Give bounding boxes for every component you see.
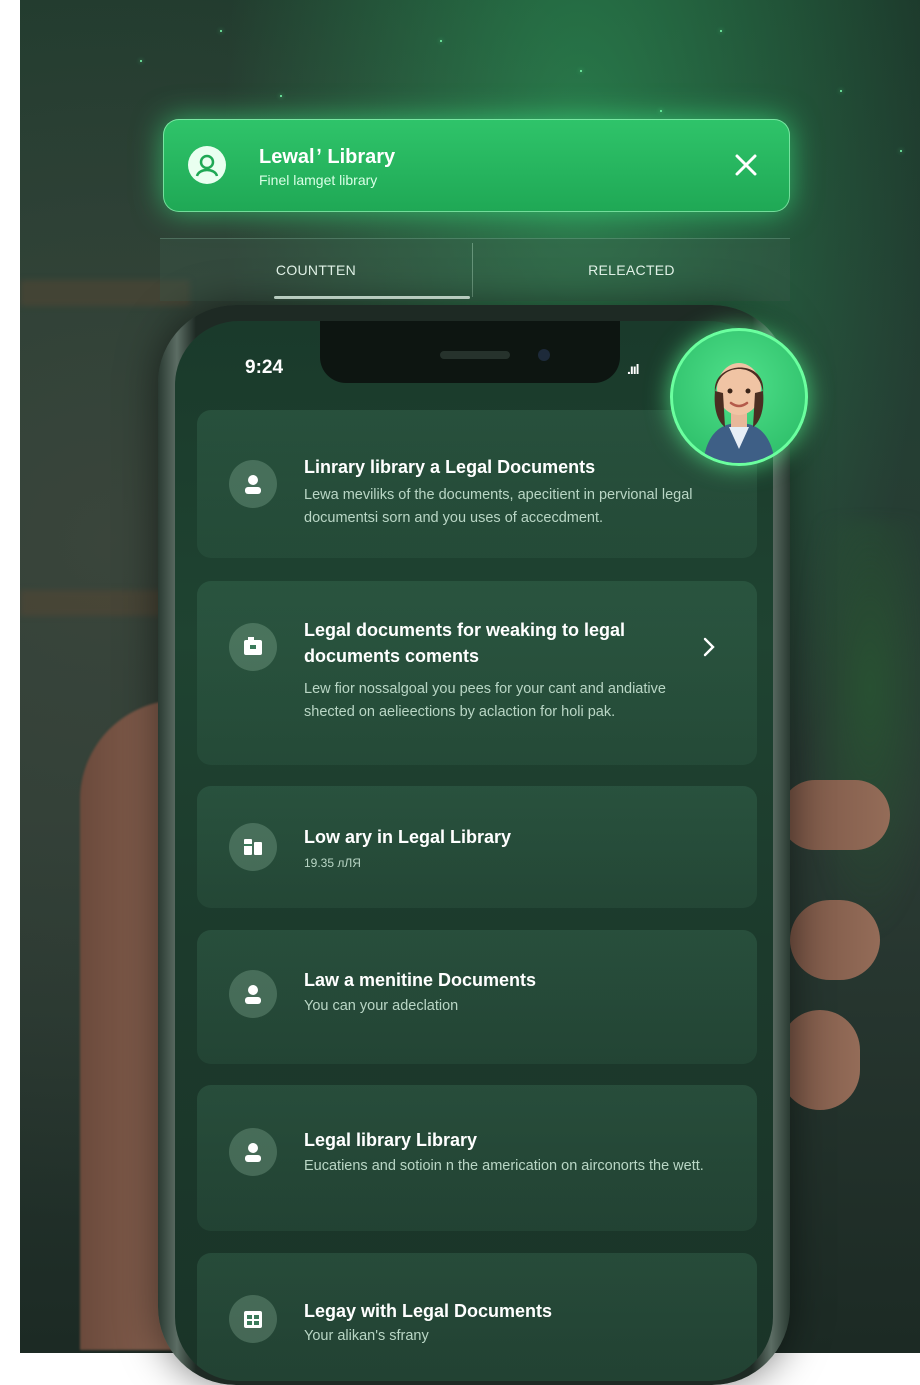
- list-item[interactable]: Legal library Library Eucatiens and soti…: [197, 1085, 757, 1231]
- card-title: Linrary library a Legal Documents: [304, 457, 596, 477]
- list-item[interactable]: Legal documents for weaking to legal doc…: [197, 581, 757, 765]
- list-item[interactable]: Law a menitine Documents You can your ad…: [197, 930, 757, 1064]
- banner-title: Lewal ʼ Library: [259, 146, 396, 168]
- avatar[interactable]: [670, 328, 808, 466]
- card-title: Low ary in Legal Library: [304, 827, 512, 847]
- card-description: You can your adeclation: [304, 998, 459, 1014]
- card-title: Law a menitine Documents: [304, 970, 537, 990]
- tab-label: RELEACTED: [588, 262, 675, 278]
- tab-label: COUNTTEN: [275, 262, 357, 278]
- card-description: Lewa meviliks of the documents, apecitie…: [304, 487, 693, 526]
- books-icon: [229, 823, 277, 871]
- active-tab-indicator: [274, 296, 470, 299]
- card-description: Lew fior nossalgoal you pees for your ca…: [304, 681, 666, 720]
- camera-icon: [538, 349, 550, 361]
- person-icon: [229, 970, 277, 1018]
- hand-finger: [780, 1010, 860, 1110]
- list-item[interactable]: Legay with Legal Documents Your alikan's…: [197, 1253, 757, 1381]
- list-item[interactable]: Low ary in Legal Library 19.35 лЛЯ: [197, 786, 757, 908]
- hand-finger: [780, 780, 890, 850]
- background-plant: [800, 520, 920, 940]
- phone-device: 9:24 .ııl Linrary library a Legal Docume…: [158, 305, 790, 1385]
- card-description: Eucatiens and sotioin n the americation …: [304, 1158, 704, 1174]
- list-item[interactable]: Linrary library a Legal Documents Lewa m…: [197, 410, 757, 558]
- calendar-grid-icon: [229, 1295, 277, 1343]
- folder-icon: [229, 623, 277, 671]
- phone-screen: 9:24 .ııl Linrary library a Legal Docume…: [175, 321, 773, 1381]
- banner-subtitle: Finel lamget library: [259, 172, 378, 188]
- tab-counten[interactable]: COUNTTEN: [160, 239, 472, 301]
- card-title: Legay with Legal Documents: [304, 1301, 553, 1321]
- card-title: Legal library Library: [304, 1130, 478, 1150]
- tab-releacted[interactable]: RELEACTED: [473, 239, 790, 301]
- user-icon: [188, 146, 226, 184]
- chevron-right-icon[interactable]: [699, 637, 719, 657]
- notification-banner[interactable]: Lewal ʼ Library Finel lamget library: [163, 119, 790, 212]
- person-icon: [229, 1128, 277, 1176]
- card-description: 19.35 лЛЯ: [304, 856, 361, 870]
- person-icon: [229, 460, 277, 508]
- status-time: 9:24: [245, 357, 284, 378]
- card-title: Legal documents for weaking to legal doc…: [304, 620, 626, 666]
- dynamic-island: [320, 321, 620, 383]
- card-description: Your alikan's sfrany: [304, 1328, 429, 1344]
- signal-icon: .ııl: [627, 361, 640, 377]
- tab-bar: COUNTTEN RELEACTED: [160, 238, 790, 301]
- hand-finger: [790, 900, 880, 980]
- close-icon[interactable]: [730, 149, 762, 181]
